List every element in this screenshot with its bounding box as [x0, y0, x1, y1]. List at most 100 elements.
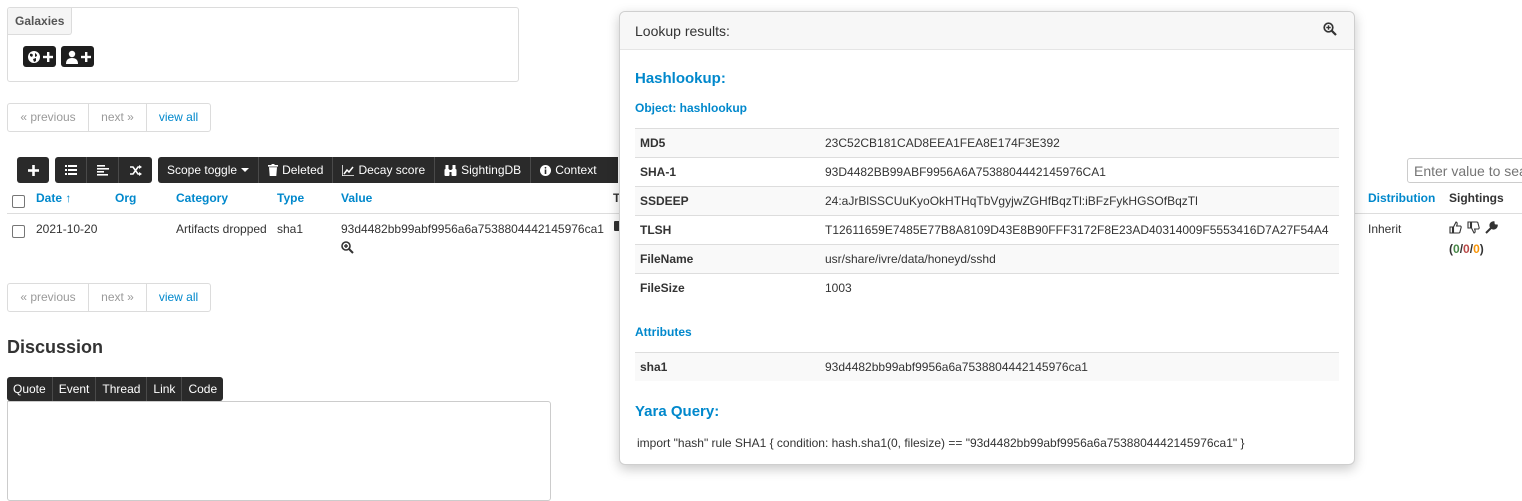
context-label: Context [555, 163, 597, 177]
object-key: TLSH [640, 223, 672, 237]
table-row: FileName usr/share/ivre/data/honeyd/sshd [635, 244, 1339, 273]
object-value: 1003 [825, 281, 852, 295]
globe-plus-icon [27, 50, 53, 64]
attributes-title: Attributes [635, 325, 692, 339]
column-header-type[interactable]: Type [277, 191, 304, 205]
table-row: SSDEEP 24:aJrBlSSCUuKyoOkHTHqTbVgyjwZGHf… [635, 186, 1339, 215]
attribute-value: 93d4482bb99abf9956a6a7538804442145976ca1 [825, 360, 1088, 374]
table-row: MD5 23C52CB181CAD8EEA1FEA8E174F3E392 [635, 128, 1339, 157]
plus-icon [27, 164, 39, 176]
row-category: Artifacts dropped [176, 222, 267, 236]
scope-toggle-dropdown[interactable]: Scope toggle [158, 157, 260, 183]
event-button[interactable]: Event [53, 377, 97, 401]
row-type: sha1 [277, 222, 304, 236]
object-value: usr/share/ivre/data/honeyd/sshd [825, 252, 996, 266]
attribute-key: sha1 [640, 360, 668, 374]
discussion-title: Discussion [7, 337, 104, 357]
next-page-link[interactable]: next » [89, 104, 147, 131]
correlation-view-button[interactable] [119, 157, 152, 183]
column-header-category[interactable]: Category [176, 191, 228, 205]
info-circle-icon [540, 164, 552, 176]
object-value: 24:aJrBlSSCUuKyoOkHTHqTbVgyjwZGHfBqzTl:i… [825, 194, 1198, 208]
object-value: T12611659E7485E77B8A8109D43E8B90FFF3172F… [825, 223, 1329, 237]
discussion-textarea[interactable] [7, 401, 551, 501]
discussion-toolbar: Quote Event Thread Link Code [7, 377, 224, 401]
thumbs-up-icon[interactable] [1449, 221, 1462, 234]
user-plus-icon [65, 50, 91, 64]
view-toggle-group [55, 157, 152, 183]
object-title: Object: hashlookup [635, 101, 748, 115]
table-row: FileSize 1003 [635, 273, 1339, 302]
object-value: 93D4482BB99ABF9956A6A7538804442145976CA1 [825, 165, 1106, 179]
decay-score-label: Decay score [358, 163, 426, 177]
deleted-label: Deleted [282, 163, 324, 177]
wrench-icon[interactable] [1485, 221, 1498, 234]
sighting-close-paren: ) [1479, 242, 1484, 256]
thread-button[interactable]: Thread [96, 377, 148, 401]
trash-icon [268, 164, 279, 176]
binoculars-icon [444, 164, 457, 176]
row-date: 2021-10-20 [36, 222, 98, 236]
previous-page-link[interactable]: « previous [8, 284, 89, 311]
pagination-bottom: « previous next » view all [7, 283, 211, 312]
thumbs-down-icon[interactable] [1467, 221, 1480, 234]
caret-down-icon [241, 168, 250, 172]
galaxies-panel: Galaxies [7, 7, 519, 82]
select-all-checkbox[interactable] [12, 195, 25, 208]
object-table: MD5 23C52CB181CAD8EEA1FEA8E174F3E392 SHA… [635, 128, 1339, 302]
object-key: MD5 [640, 136, 666, 150]
align-left-icon [96, 164, 109, 176]
code-button[interactable]: Code [182, 377, 223, 401]
sighting-negative-count: 0 [1463, 242, 1470, 256]
row-distribution: Inherit [1368, 222, 1402, 236]
context-button[interactable]: Context [531, 157, 605, 183]
filter-toolbar: Scope toggle Deleted Decay score Sightin… [158, 157, 618, 183]
search-input[interactable] [1407, 158, 1522, 183]
view-all-link[interactable]: view all [147, 104, 210, 131]
link-button[interactable]: Link [147, 377, 183, 401]
add-galaxy-cluster-button[interactable] [23, 46, 56, 67]
popover-header: Lookup results: [620, 12, 1354, 50]
object-key: SHA-1 [640, 165, 677, 179]
galaxies-title: Galaxies [8, 8, 73, 35]
view-all-link[interactable]: view all [147, 284, 210, 311]
column-header-sightings: Sightings [1449, 191, 1504, 205]
row-value[interactable]: 93d4482bb99abf9956a6a7538804442145976ca1 [341, 222, 604, 236]
column-header-org[interactable]: Org [115, 191, 136, 205]
pagination-top: « previous next » view all [7, 103, 211, 132]
attributes-table: sha1 93d4482bb99abf9956a6a75388044421459… [635, 352, 1339, 381]
list-icon [64, 165, 77, 175]
popover-title: Lookup results: [635, 23, 730, 39]
object-key: SSDEEP [640, 194, 689, 208]
object-key: FileName [640, 252, 694, 266]
next-page-link[interactable]: next » [89, 284, 147, 311]
add-attribute-button[interactable] [17, 157, 49, 183]
table-row: sha1 93d4482bb99abf9956a6a75388044421459… [635, 352, 1339, 381]
object-value: 23C52CB181CAD8EEA1FEA8E174F3E392 [825, 136, 1060, 150]
previous-page-link[interactable]: « previous [8, 104, 89, 131]
lookup-zoom-icon[interactable] [341, 241, 354, 257]
sighting-positive-count: 0 [1453, 242, 1460, 256]
row-checkbox[interactable] [12, 225, 25, 238]
sighting-counts: (0/0/0) [1449, 242, 1484, 256]
area-chart-icon [342, 164, 355, 176]
decay-score-button[interactable]: Decay score [333, 157, 436, 183]
column-header-distribution[interactable]: Distribution [1368, 191, 1435, 205]
deleted-toggle-button[interactable]: Deleted [259, 157, 334, 183]
add-user-galaxy-button[interactable] [61, 46, 94, 67]
compact-view-button[interactable] [87, 157, 119, 183]
lookup-results-popover: Lookup results: Hashlookup: Object: hash… [619, 11, 1355, 465]
table-row: TLSH T12611659E7485E77B8A8109D43E8B90FFF… [635, 215, 1339, 244]
list-view-button[interactable] [55, 157, 87, 183]
module-title: Hashlookup: [635, 70, 726, 87]
sighting-expired-count: 0 [1473, 242, 1480, 256]
zoom-in-icon[interactable] [1323, 22, 1337, 39]
sightingdb-button[interactable]: SightingDB [435, 157, 532, 183]
yara-query-text: import "hash" rule SHA1 { condition: has… [637, 436, 1245, 450]
shuffle-icon [129, 164, 142, 176]
quote-button[interactable]: Quote [7, 377, 53, 401]
column-header-value[interactable]: Value [341, 191, 372, 205]
column-header-date[interactable]: Date ↑ [36, 191, 71, 205]
object-key: FileSize [640, 281, 685, 295]
sighting-actions [1449, 221, 1498, 234]
